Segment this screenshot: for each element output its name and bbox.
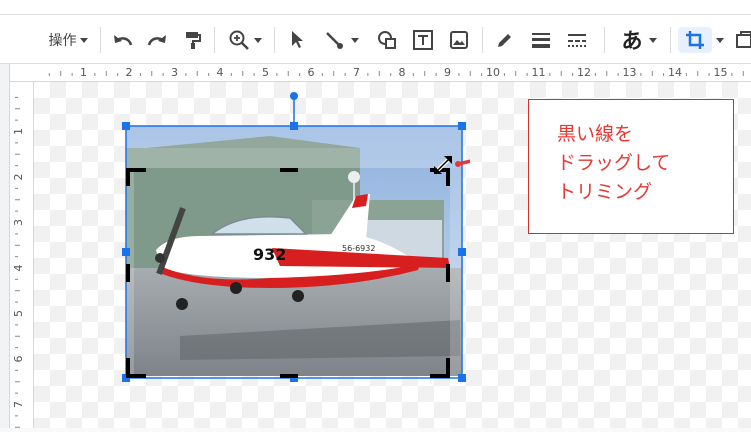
undo-icon	[114, 35, 133, 46]
horizontal-ruler-ticks: 1 2 3 4 5 6 7 8 9 10 11 12 13 14 15	[48, 66, 744, 79]
ruler-number: 4	[217, 66, 224, 79]
image-icon	[450, 31, 468, 49]
text-style-icon: あ	[621, 29, 643, 53]
ruler-number: 7	[12, 401, 25, 408]
operations-label: 操作	[48, 33, 77, 49]
text-style-button[interactable]: あ	[614, 27, 664, 53]
toolbar-divider	[274, 27, 275, 53]
toolbar-divider	[482, 27, 483, 53]
crop-icon	[686, 31, 704, 49]
crop-options-button[interactable]	[713, 27, 727, 53]
image-button[interactable]	[446, 27, 472, 53]
caret-down-icon	[351, 37, 359, 43]
toolbar-divider	[604, 27, 605, 53]
line-weight-button[interactable]	[528, 27, 554, 53]
toolbar-divider	[214, 27, 215, 53]
pen-button[interactable]	[492, 27, 518, 53]
callout-line: ドラッグして	[557, 152, 671, 174]
horizontal-ruler[interactable]: 1 2 3 4 5 6 7 8 9 10 11 12 13 14 15	[10, 64, 751, 82]
ruler-number: 13	[623, 66, 637, 79]
ruler-number: 3	[171, 66, 178, 79]
rotation-handle[interactable]	[290, 92, 298, 100]
ruler-number: 6	[12, 356, 25, 363]
ruler-number: 2	[12, 174, 25, 181]
text-box-icon	[413, 30, 433, 50]
line-dash-icon	[568, 34, 586, 47]
ruler-number: 10	[486, 66, 500, 79]
callout-text: 黒い線を ドラッグして トリミング	[557, 120, 670, 207]
top-strip	[0, 0, 751, 15]
toolbar: 操作 あ	[0, 15, 751, 64]
ruler-number: 2	[126, 66, 133, 79]
paint-format-button[interactable]	[180, 27, 206, 53]
line-weight-icon	[532, 33, 550, 48]
undo-button[interactable]	[110, 27, 136, 53]
line-dash-button[interactable]	[564, 27, 590, 53]
redo-button[interactable]	[144, 27, 170, 53]
ruler-number: 4	[12, 265, 25, 272]
tail-marking: 56-6932	[342, 244, 375, 253]
ruler-number: 15	[714, 66, 728, 79]
ruler-number: 11	[532, 66, 546, 79]
reset-image-icon	[736, 31, 751, 48]
vertical-ruler[interactable]: 1 2 3 4 5 6 7	[10, 82, 34, 428]
text-box-button[interactable]	[410, 27, 436, 53]
toolbar-divider	[100, 27, 101, 53]
callout-line: トリミング	[557, 181, 653, 203]
line-button[interactable]	[318, 27, 364, 53]
reset-image-button[interactable]	[733, 27, 751, 53]
ruler-number: 5	[12, 310, 25, 317]
line-icon	[326, 32, 343, 49]
zoom-button[interactable]	[224, 27, 266, 53]
callout-pointer-dot	[455, 161, 461, 167]
ruler-number: 1	[12, 128, 25, 135]
left-gutter	[0, 64, 10, 428]
shape-button[interactable]	[374, 27, 400, 53]
ruler-number: 9	[444, 66, 451, 79]
ruler-number: 12	[577, 66, 591, 79]
paint-roller-icon	[186, 32, 201, 49]
vertical-ruler-ticks: 1 2 3 4 5 6 7	[12, 96, 25, 428]
zoom-in-icon	[229, 30, 249, 50]
caret-down-icon	[716, 37, 724, 43]
cursor-arrow-icon	[292, 31, 303, 48]
crop-button[interactable]	[678, 27, 712, 53]
caret-down-icon	[79, 37, 88, 43]
ruler-number: 8	[399, 66, 406, 79]
toolbar-divider	[670, 27, 671, 53]
ruler-number: 14	[668, 66, 682, 79]
ruler-number: 3	[12, 219, 25, 226]
callout-line: 黒い線を	[557, 123, 634, 145]
ruler-number: 6	[308, 66, 315, 79]
ruler-number: 1	[80, 66, 87, 79]
operations-menu-button[interactable]: 操作	[44, 27, 92, 53]
instruction-callout[interactable]: 黒い線を ドラッグして トリミング	[528, 99, 734, 234]
redo-icon	[147, 35, 166, 46]
caret-down-icon	[254, 37, 262, 43]
selected-image[interactable]: 932 56-6932	[120, 88, 470, 388]
pen-icon	[498, 34, 511, 47]
shape-icon	[378, 31, 396, 49]
select-button[interactable]	[284, 27, 310, 53]
ruler-number: 5	[262, 66, 269, 79]
aircraft-registration: 932	[253, 245, 286, 264]
ruler-number: 7	[353, 66, 360, 79]
caret-down-icon	[648, 37, 657, 43]
